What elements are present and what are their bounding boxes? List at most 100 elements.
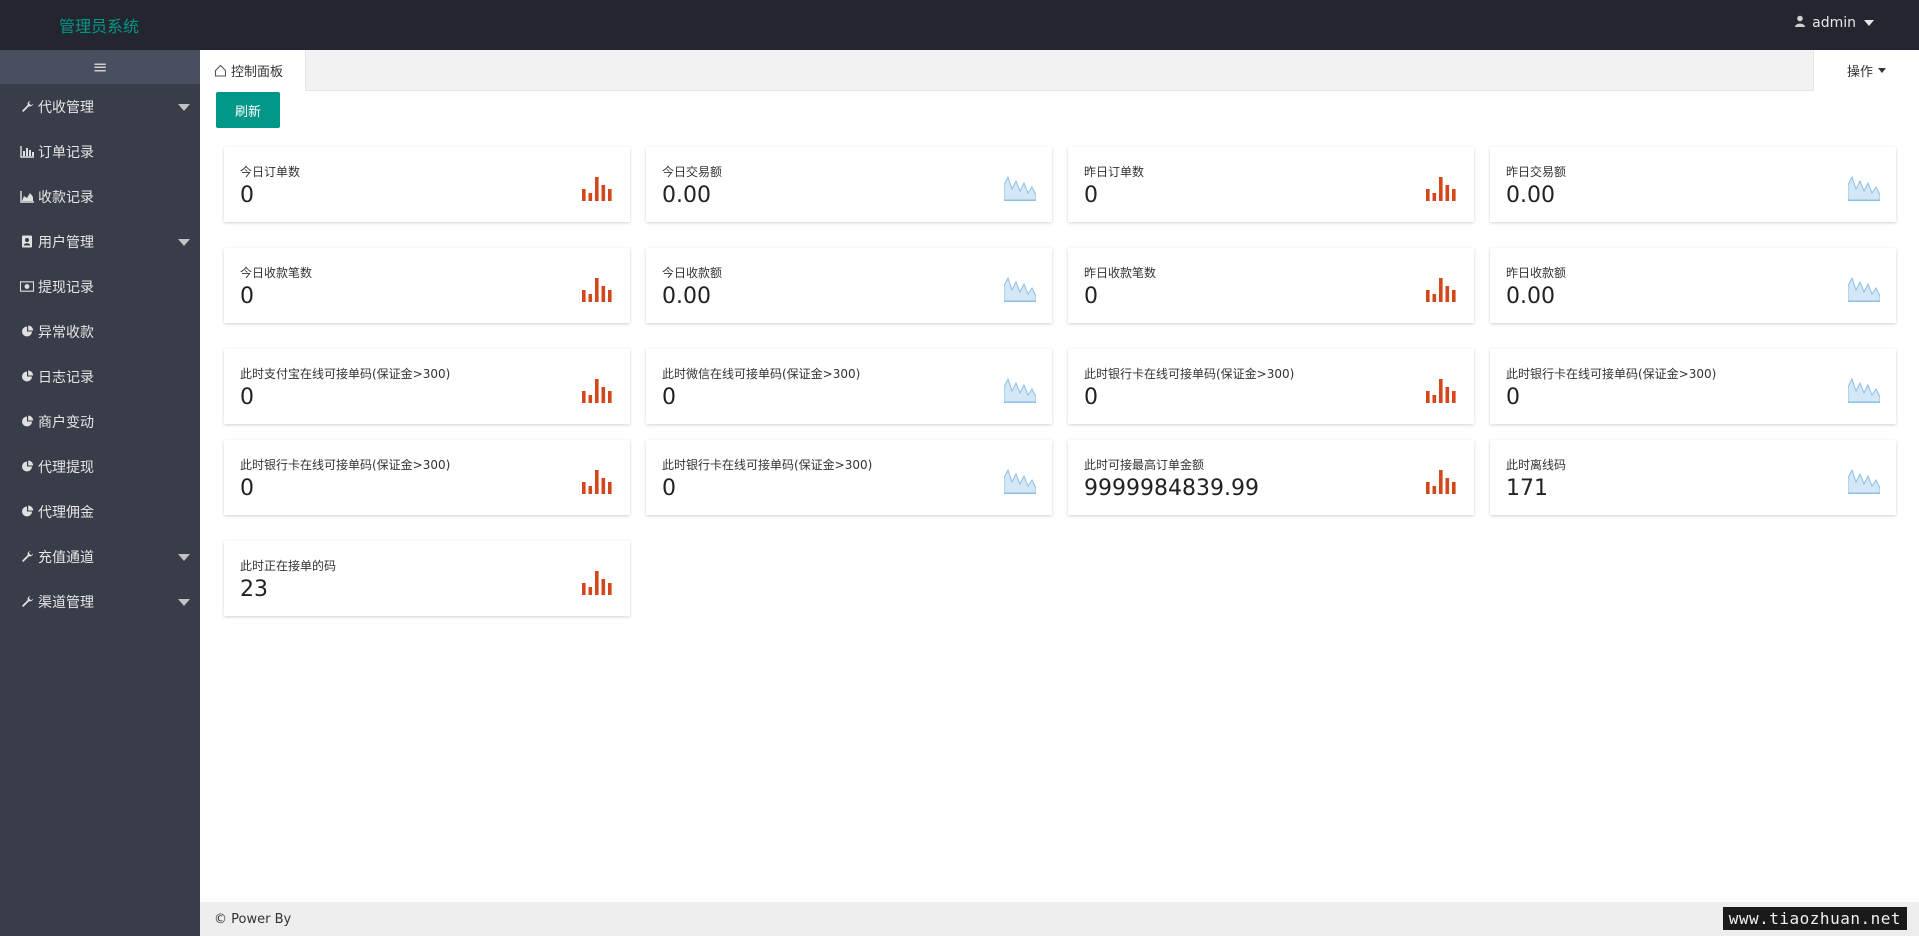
sidebar-menu: 代收管理订单记录收款记录用户管理提现记录异常收款日志记录商户变动代理提现代理佣金…: [0, 84, 200, 624]
sidebar-item-9[interactable]: 代理提现: [0, 444, 200, 489]
stat-card: 昨日收款笔数 0: [1068, 248, 1474, 323]
sidebar-item-12[interactable]: 渠道管理: [0, 579, 200, 624]
user-menu[interactable]: admin: [1794, 15, 1874, 31]
footer-text: © Power By: [214, 912, 292, 927]
stat-label: 此时银行卡在线可接单码(保证金>300): [1084, 367, 1295, 381]
stat-card: 此时银行卡在线可接单码(保证金>300) 0: [1068, 349, 1474, 424]
app-title[interactable]: 管理员系统: [59, 13, 139, 37]
stat-card: 今日收款笔数 0: [224, 248, 630, 323]
operations-dropdown[interactable]: 操作: [1813, 50, 1919, 91]
user-icon: [1794, 15, 1806, 31]
sidebar-item-label: 收款记录: [38, 189, 94, 206]
sidebar-item-label: 代收管理: [38, 99, 94, 116]
sidebar-item-label: 用户管理: [38, 234, 94, 251]
stat-label: 今日交易额: [662, 165, 723, 179]
sidebar-item-label: 充值通道: [38, 549, 94, 566]
wrench-icon: [20, 100, 34, 114]
bar-chart-icon: [20, 145, 34, 159]
chevron-down-icon: [178, 554, 190, 561]
stat-value: 0: [1084, 284, 1098, 309]
sidebar-item-10[interactable]: 代理佣金: [0, 489, 200, 534]
footer: © Power By www.tiaozhuan.net: [200, 902, 1919, 936]
stat-value: 0.00: [1506, 183, 1555, 208]
stat-label: 昨日订单数: [1084, 165, 1145, 179]
sidebar-item-3[interactable]: 收款记录: [0, 174, 200, 219]
menu-icon: ≡: [92, 56, 108, 78]
stat-value: 0.00: [662, 183, 711, 208]
stat-value: 0: [662, 385, 676, 410]
stat-card: 昨日交易额 0.00: [1490, 147, 1896, 222]
stat-value: 0: [240, 284, 254, 309]
sidebar-item-7[interactable]: 日志记录: [0, 354, 200, 399]
stat-card: 今日交易额 0.00: [646, 147, 1052, 222]
tab-label: 控制面板: [231, 65, 284, 80]
sidebar: ≡ 代收管理订单记录收款记录用户管理提现记录异常收款日志记录商户变动代理提现代理…: [0, 50, 200, 936]
stat-label: 此时可接最高订单金额: [1084, 458, 1205, 472]
stat-label: 此时支付宝在线可接单码(保证金>300): [240, 367, 451, 381]
sidebar-item-1[interactable]: 代收管理: [0, 84, 200, 129]
wrench-icon: [20, 595, 34, 609]
stat-label: 此时银行卡在线可接单码(保证金>300): [240, 458, 451, 472]
stat-value: 0: [240, 183, 254, 208]
stat-card: 此时银行卡在线可接单码(保证金>300) 0: [224, 440, 630, 515]
sidebar-item-4[interactable]: 用户管理: [0, 219, 200, 264]
stat-card: 此时微信在线可接单码(保证金>300) 0: [646, 349, 1052, 424]
pie-chart-icon: [20, 415, 34, 429]
chevron-down-icon: [1864, 20, 1874, 26]
sidebar-item-2[interactable]: 订单记录: [0, 129, 200, 174]
stat-card: 昨日收款额 0.00: [1490, 248, 1896, 323]
user-name: admin: [1812, 15, 1856, 31]
tab-dashboard[interactable]: 控制面板: [200, 50, 306, 91]
stat-value: 23: [240, 577, 268, 602]
stat-card: 今日订单数 0: [224, 147, 630, 222]
chevron-down-icon: [178, 599, 190, 606]
chevron-down-icon: [178, 104, 190, 111]
stat-card: 今日收款额 0.00: [646, 248, 1052, 323]
pie-chart-icon: [20, 370, 34, 384]
sidebar-toggle-button[interactable]: ≡: [0, 50, 200, 84]
pie-chart-icon: [20, 460, 34, 474]
sidebar-item-label: 提现记录: [38, 279, 94, 296]
sidebar-item-5[interactable]: 提现记录: [0, 264, 200, 309]
sidebar-item-6[interactable]: 异常收款: [0, 309, 200, 354]
stat-label: 此时正在接单的码: [240, 559, 337, 573]
sidebar-item-label: 渠道管理: [38, 594, 94, 611]
refresh-button[interactable]: 刷新: [216, 92, 280, 128]
stat-value: 0: [240, 385, 254, 410]
money-icon: [20, 280, 34, 294]
home-icon: [214, 64, 227, 77]
sidebar-item-label: 异常收款: [38, 324, 94, 341]
chevron-down-icon: [1878, 68, 1886, 73]
stat-label: 此时银行卡在线可接单码(保证金>300): [1506, 367, 1717, 381]
sidebar-item-11[interactable]: 充值通道: [0, 534, 200, 579]
stat-label: 此时离线码: [1506, 458, 1567, 472]
stat-label: 今日订单数: [240, 165, 301, 179]
stat-value: 0: [662, 476, 676, 501]
stat-card: 此时可接最高订单金额 9999984839.99: [1068, 440, 1474, 515]
top-header: 管理员系统 admin: [0, 0, 1919, 50]
stat-card: 昨日订单数 0: [1068, 147, 1474, 222]
stat-value: 0: [1084, 183, 1098, 208]
sidebar-item-label: 日志记录: [38, 369, 94, 386]
stat-label: 此时银行卡在线可接单码(保证金>300): [662, 458, 873, 472]
stat-card: 此时银行卡在线可接单码(保证金>300) 0: [646, 440, 1052, 515]
sidebar-item-label: 代理佣金: [38, 504, 94, 521]
operations-label: 操作: [1846, 65, 1873, 80]
chevron-down-icon: [178, 239, 190, 246]
stat-label: 昨日收款额: [1506, 266, 1567, 280]
address-book-icon: [20, 235, 34, 249]
stat-label: 今日收款笔数: [240, 266, 313, 280]
pie-chart-icon: [20, 505, 34, 519]
stat-value: 0: [1506, 385, 1520, 410]
stat-value: 171: [1506, 476, 1548, 501]
stat-value: 9999984839.99: [1084, 476, 1259, 501]
sidebar-item-label: 代理提现: [38, 459, 94, 476]
stat-card: 此时离线码 171: [1490, 440, 1896, 515]
stat-card: 此时支付宝在线可接单码(保证金>300) 0: [224, 349, 630, 424]
sidebar-item-8[interactable]: 商户变动: [0, 399, 200, 444]
pie-chart-icon: [20, 325, 34, 339]
sidebar-item-label: 订单记录: [38, 144, 94, 161]
watermark: www.tiaozhuan.net: [1722, 907, 1907, 930]
stat-label: 昨日交易额: [1506, 165, 1567, 179]
stat-card: 此时银行卡在线可接单码(保证金>300) 0: [1490, 349, 1896, 424]
